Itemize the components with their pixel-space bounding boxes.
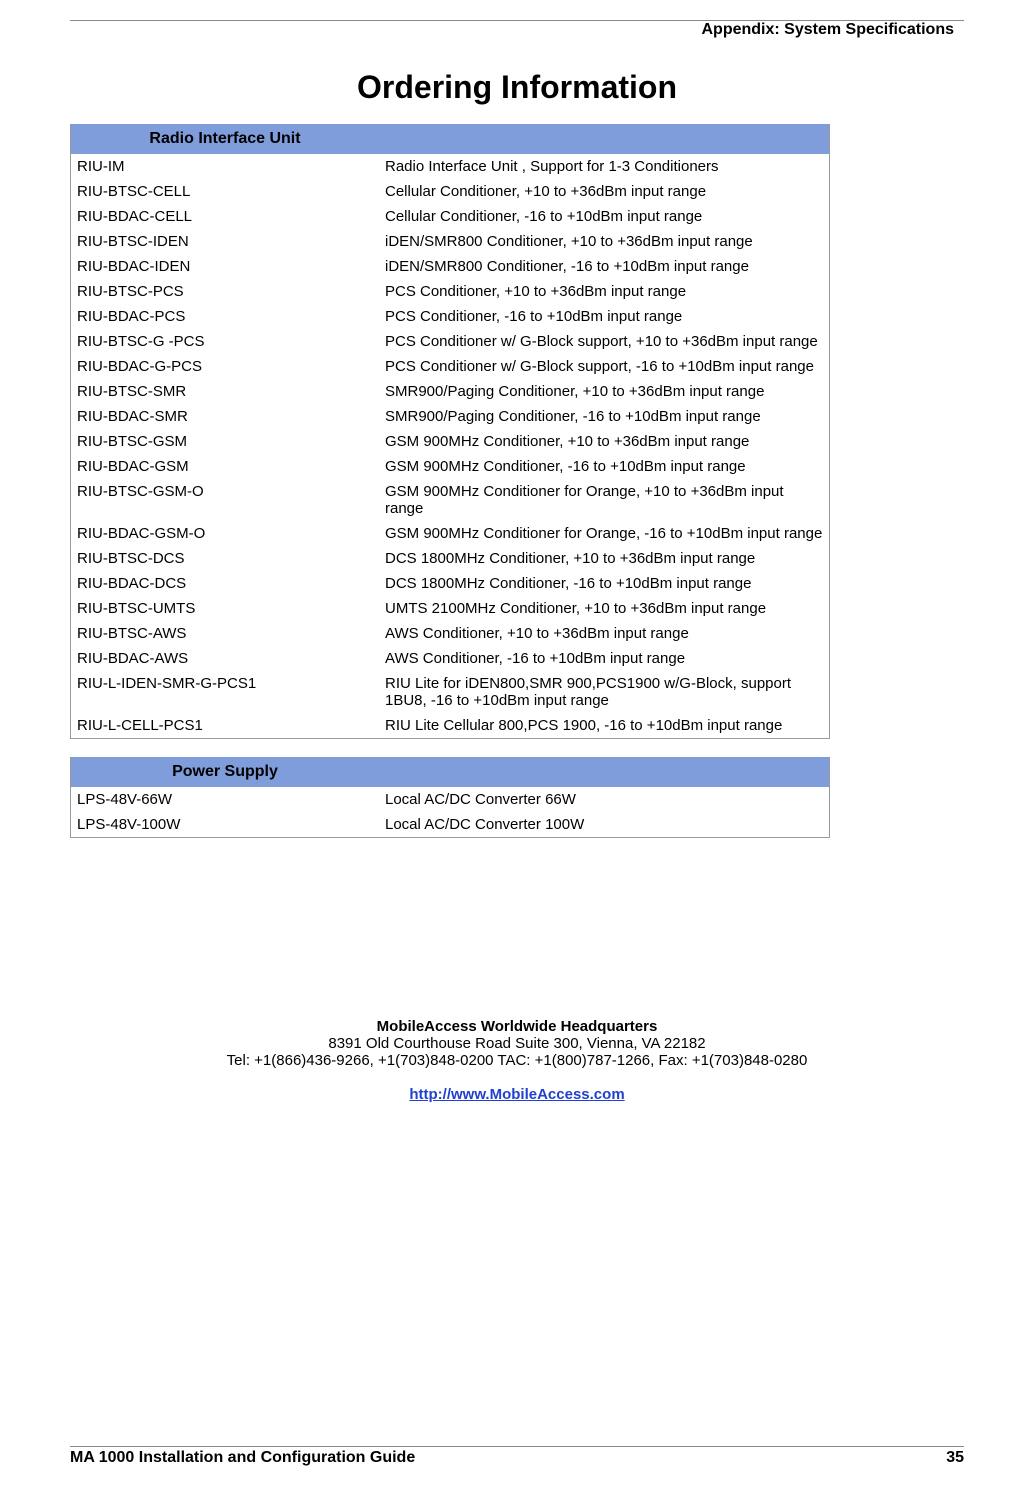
table-row: RIU-BDAC-G-PCSPCS Conditioner w/ G-Block… <box>71 354 830 379</box>
table-row: RIU-BDAC-AWSAWS Conditioner, -16 to +10d… <box>71 646 830 671</box>
product-description: Local AC/DC Converter 66W <box>379 787 830 812</box>
table-header: Radio Interface Unit <box>71 124 380 154</box>
table-row: RIU-IMRadio Interface Unit , Support for… <box>71 154 830 179</box>
table-row: RIU-BTSC-IDENiDEN/SMR800 Conditioner, +1… <box>71 229 830 254</box>
product-code: RIU-L-CELL-PCS1 <box>71 713 380 739</box>
product-description: SMR900/Paging Conditioner, -16 to +10dBm… <box>379 404 830 429</box>
page-footer: MA 1000 Installation and Configuration G… <box>70 1446 964 1467</box>
table-row: RIU-BDAC-GSMGSM 900MHz Conditioner, -16 … <box>71 454 830 479</box>
product-code: RIU-BTSC-SMR <box>71 379 380 404</box>
product-code: RIU-BDAC-IDEN <box>71 254 380 279</box>
page-title: Ordering Information <box>70 69 964 106</box>
table-row: LPS-48V-100WLocal AC/DC Converter 100W <box>71 812 830 838</box>
product-code: LPS-48V-100W <box>71 812 380 838</box>
product-code: RIU-BDAC-AWS <box>71 646 380 671</box>
product-description: Cellular Conditioner, -16 to +10dBm inpu… <box>379 204 830 229</box>
product-code: RIU-BTSC-GSM <box>71 429 380 454</box>
product-code: RIU-L-IDEN-SMR-G-PCS1 <box>71 671 380 713</box>
product-description: GSM 900MHz Conditioner, -16 to +10dBm in… <box>379 454 830 479</box>
product-code: RIU-BTSC-UMTS <box>71 596 380 621</box>
company-phones: Tel: +1(866)436-9266, +1(703)848-0200 TA… <box>227 1052 808 1069</box>
product-code: RIU-BDAC-SMR <box>71 404 380 429</box>
product-code: RIU-BDAC-DCS <box>71 571 380 596</box>
product-code: RIU-BDAC-G-PCS <box>71 354 380 379</box>
table-row: RIU-BDAC-IDENiDEN/SMR800 Conditioner, -1… <box>71 254 830 279</box>
product-description: UMTS 2100MHz Conditioner, +10 to +36dBm … <box>379 596 830 621</box>
table-row: RIU-L-CELL-PCS1RIU Lite Cellular 800,PCS… <box>71 713 830 739</box>
table-row: RIU-BTSC-G -PCSPCS Conditioner w/ G-Bloc… <box>71 329 830 354</box>
product-code: LPS-48V-66W <box>71 787 380 812</box>
table-header-empty <box>379 757 830 787</box>
product-code: RIU-IM <box>71 154 380 179</box>
table-row: RIU-BDAC-PCSPCS Conditioner, -16 to +10d… <box>71 304 830 329</box>
product-description: RIU Lite for iDEN800,SMR 900,PCS1900 w/G… <box>379 671 830 713</box>
product-description: SMR900/Paging Conditioner, +10 to +36dBm… <box>379 379 830 404</box>
product-description: GSM 900MHz Conditioner, +10 to +36dBm in… <box>379 429 830 454</box>
table-row: RIU-BTSC-AWSAWS Conditioner, +10 to +36d… <box>71 621 830 646</box>
product-description: RIU Lite Cellular 800,PCS 1900, -16 to +… <box>379 713 830 739</box>
product-code: RIU-BDAC-CELL <box>71 204 380 229</box>
table-row: RIU-BDAC-SMRSMR900/Paging Conditioner, -… <box>71 404 830 429</box>
product-description: AWS Conditioner, -16 to +10dBm input ran… <box>379 646 830 671</box>
product-code: RIU-BTSC-DCS <box>71 546 380 571</box>
product-code: RIU-BTSC-G -PCS <box>71 329 380 354</box>
product-description: Radio Interface Unit , Support for 1-3 C… <box>379 154 830 179</box>
product-description: Cellular Conditioner, +10 to +36dBm inpu… <box>379 179 830 204</box>
table-row: RIU-BDAC-GSM-OGSM 900MHz Conditioner for… <box>71 521 830 546</box>
product-description: DCS 1800MHz Conditioner, -16 to +10dBm i… <box>379 571 830 596</box>
table-row: RIU-BDAC-CELLCellular Conditioner, -16 t… <box>71 204 830 229</box>
table-row: RIU-BDAC-DCSDCS 1800MHz Conditioner, -16… <box>71 571 830 596</box>
table-header: Power Supply <box>71 757 380 787</box>
table-row: RIU-L-IDEN-SMR-G-PCS1RIU Lite for iDEN80… <box>71 671 830 713</box>
table-row: RIU-BTSC-DCSDCS 1800MHz Conditioner, +10… <box>71 546 830 571</box>
table-row: RIU-BTSC-GSM-OGSM 900MHz Conditioner for… <box>71 479 830 521</box>
product-description: PCS Conditioner w/ G-Block support, +10 … <box>379 329 830 354</box>
product-description: PCS Conditioner, -16 to +10dBm input ran… <box>379 304 830 329</box>
table-row: RIU-BTSC-CELLCellular Conditioner, +10 t… <box>71 179 830 204</box>
product-description: PCS Conditioner, +10 to +36dBm input ran… <box>379 279 830 304</box>
product-description: iDEN/SMR800 Conditioner, -16 to +10dBm i… <box>379 254 830 279</box>
footer-doc-title: MA 1000 Installation and Configuration G… <box>70 1449 415 1467</box>
product-code: RIU-BDAC-GSM <box>71 454 380 479</box>
product-code: RIU-BTSC-CELL <box>71 179 380 204</box>
company-name: MobileAccess Worldwide Headquarters <box>377 1018 658 1035</box>
product-code: RIU-BTSC-IDEN <box>71 229 380 254</box>
product-description: Local AC/DC Converter 100W <box>379 812 830 838</box>
product-description: DCS 1800MHz Conditioner, +10 to +36dBm i… <box>379 546 830 571</box>
product-code: RIU-BDAC-GSM-O <box>71 521 380 546</box>
table-header-empty <box>379 124 830 154</box>
product-code: RIU-BTSC-AWS <box>71 621 380 646</box>
product-description: AWS Conditioner, +10 to +36dBm input ran… <box>379 621 830 646</box>
appendix-header: Appendix: System Specifications <box>70 20 964 39</box>
table-row: RIU-BTSC-UMTSUMTS 2100MHz Conditioner, +… <box>71 596 830 621</box>
product-description: iDEN/SMR800 Conditioner, +10 to +36dBm i… <box>379 229 830 254</box>
company-address: 8391 Old Courthouse Road Suite 300, Vien… <box>328 1035 705 1052</box>
product-code: RIU-BTSC-PCS <box>71 279 380 304</box>
company-website-link[interactable]: http://www.MobileAccess.com <box>409 1086 624 1103</box>
table-row: LPS-48V-66WLocal AC/DC Converter 66W <box>71 787 830 812</box>
table-row: RIU-BTSC-PCSPCS Conditioner, +10 to +36d… <box>71 279 830 304</box>
product-code: RIU-BTSC-GSM-O <box>71 479 380 521</box>
product-description: GSM 900MHz Conditioner for Orange, +10 t… <box>379 479 830 521</box>
table-row: RIU-BTSC-GSMGSM 900MHz Conditioner, +10 … <box>71 429 830 454</box>
table-row: RIU-BTSC-SMRSMR900/Paging Conditioner, +… <box>71 379 830 404</box>
company-footer: MobileAccess Worldwide Headquarters 8391… <box>70 1018 964 1103</box>
product-description: GSM 900MHz Conditioner for Orange, -16 t… <box>379 521 830 546</box>
spec-table: Radio Interface UnitRIU-IMRadio Interfac… <box>70 124 830 739</box>
product-code: RIU-BDAC-PCS <box>71 304 380 329</box>
page-number: 35 <box>946 1449 964 1467</box>
product-description: PCS Conditioner w/ G-Block support, -16 … <box>379 354 830 379</box>
spec-table: Power SupplyLPS-48V-66WLocal AC/DC Conve… <box>70 757 830 838</box>
